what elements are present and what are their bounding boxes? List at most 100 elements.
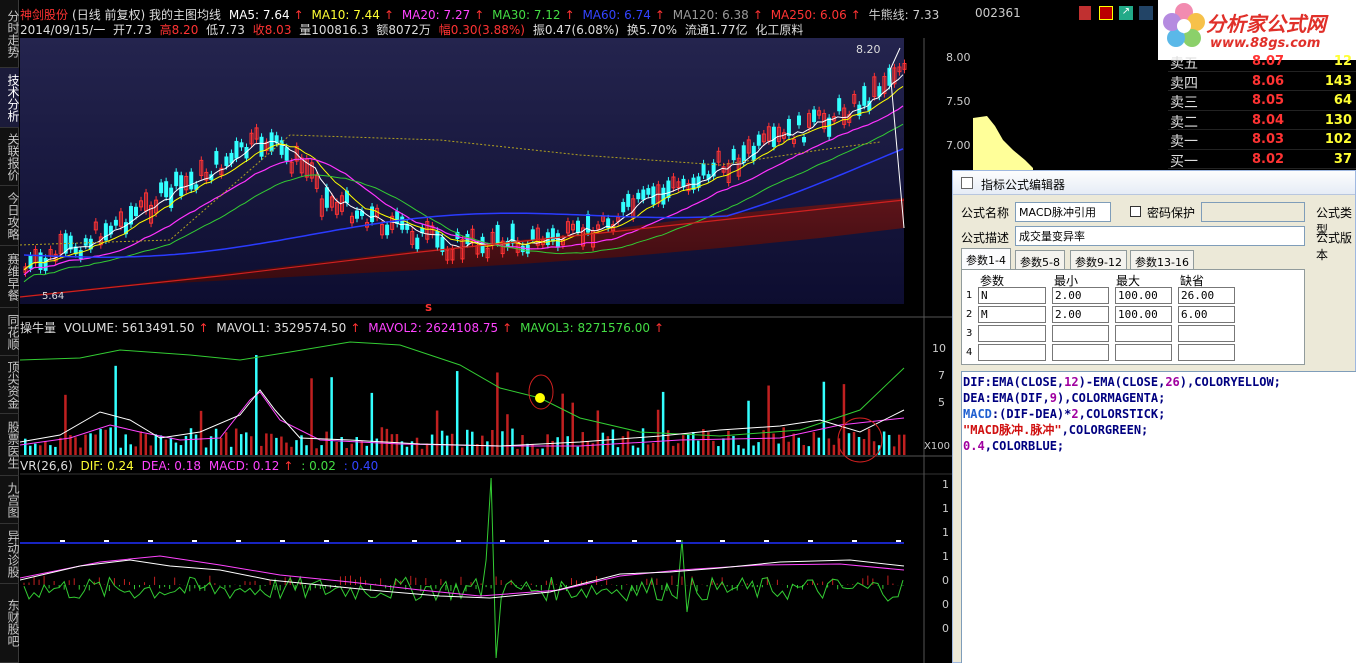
bar-volume: 量100816.3 [299,23,369,37]
password-input[interactable] [1201,202,1305,222]
volume-bar [34,443,37,455]
volume-bar [742,448,745,455]
stock-name[interactable]: 神剑股份 [20,8,68,22]
toolbar-icon-4[interactable] [1139,6,1153,20]
toolbar-icon-1[interactable] [1079,6,1091,20]
ma120-value: MA120: 6.38 [672,8,749,22]
param-default-cell[interactable]: 26.00 [1178,287,1235,304]
candle-body [103,223,108,241]
param-min-cell[interactable] [1052,344,1109,361]
tab-params-1-4[interactable]: 参数1-4 [961,248,1011,271]
nav-item-related[interactable]: 关联报价 [0,128,20,186]
param-name-cell[interactable] [978,344,1046,361]
volume-bar [471,431,474,455]
nav-item-breakfast[interactable]: 赛维早餐 [0,246,20,308]
code-line[interactable]: DEA:EMA(DIF,9),COLORMAGENTA; [963,390,1355,406]
param-default-cell[interactable] [1178,325,1235,342]
macd-indicator-name[interactable]: VR(26,6) [20,459,73,473]
volume-bar [847,433,851,455]
param-name-cell[interactable] [978,325,1046,342]
signal-dash [280,540,285,542]
volume-bar [887,434,891,455]
nav-item-forum[interactable]: 东财股吧 [0,584,20,663]
toolbar-icon-3[interactable]: ↗ [1119,6,1133,20]
signal-dash [148,540,153,542]
param-min-cell[interactable]: 2.00 [1052,306,1109,323]
volume-bar [455,371,459,455]
volume-bar [335,442,338,455]
volume-bar [214,428,218,455]
chart-area[interactable]: 神剑股份 (日线 前复权) 我的主图均线 MA5: 7.64 ↑ MA10: 7.4… [20,0,973,663]
order-row: 卖四 8.06 143 [1168,72,1356,92]
dialog-titlebar[interactable]: 指标公式编辑器 [953,171,1355,195]
volume-bar [425,443,429,455]
order-book: 卖五 8.07 12 卖四 8.06 143 卖三 8.05 64 卖二 8.04 130 卖一… [1168,52,1356,170]
blue-line-value: : 0.40 [343,459,379,473]
nav-item-doctor[interactable]: 股票医生 [0,414,20,476]
volume-bar [74,437,77,455]
volume-bar [184,435,188,455]
signal-dash [764,540,769,542]
candle-body [530,229,535,240]
dialog-title: 指标公式编辑器 [981,178,1066,192]
volume-bar [611,429,615,455]
volume-bar [420,448,424,455]
param-max-cell[interactable]: 100.00 [1115,287,1172,304]
candle-body [259,136,264,157]
param-min-cell[interactable] [1052,325,1109,342]
formula-desc-input[interactable] [1015,226,1305,246]
password-checkbox[interactable] [1130,206,1141,217]
tab-params-5-8[interactable]: 参数5-8 [1015,250,1065,270]
formula-name-input[interactable] [1015,202,1111,222]
param-default-cell[interactable]: 6.00 [1178,306,1235,323]
dif-line [20,559,905,599]
volume-bar [601,432,605,455]
y-tick-1: 8.00 [946,51,971,64]
toolbar-icon-2[interactable] [1099,6,1113,20]
nav-item-nine[interactable]: 九宫图 [0,476,20,524]
tab-params-9-12[interactable]: 参数9-12 [1070,250,1127,270]
order-row: 卖二 8.04 130 [1168,111,1356,131]
tab-params-13-16[interactable]: 参数13-16 [1130,250,1194,270]
volume-bar [636,447,640,455]
nav-item-anomaly[interactable]: 异动诊股 [0,524,20,584]
order-volume: 102 [1324,132,1352,147]
param-name-cell[interactable]: N [978,287,1046,304]
volume-bar [350,443,353,455]
code-line[interactable]: 0.4,COLORBLUE; [963,438,1355,454]
code-line[interactable]: MACD:(DIF-DEA)*2,COLORSTICK; [963,406,1355,422]
param-max-cell[interactable] [1115,344,1172,361]
order-volume: 143 [1324,73,1352,89]
order-volume: 64 [1333,93,1352,108]
order-label: 卖三 [1170,95,1198,111]
nav-item-funds[interactable]: 顶尖资金 [0,356,20,414]
param-min-cell[interactable]: 2.00 [1052,287,1109,304]
nav-item-today[interactable]: 今日攻略 [0,186,20,246]
volume-bar [857,436,861,455]
param-max-cell[interactable] [1115,325,1172,342]
param-name-cell[interactable]: M [978,306,1046,323]
code-line[interactable]: "MACD脉冲.脉冲",COLORGREEN; [963,422,1355,438]
code-line[interactable]: DIF:EMA(CLOSE,12)-EMA(CLOSE,26),COLORYEL… [963,374,1355,390]
volume-bar [310,378,313,455]
formula-code-editor[interactable]: DIF:EMA(CLOSE,12)-EMA(CLOSE,26),COLORYEL… [961,371,1356,663]
param-max-cell[interactable]: 100.00 [1115,306,1172,323]
param-default-cell[interactable] [1178,344,1235,361]
candle-body [701,163,706,176]
volume-indicator-name[interactable]: 操牛量 [20,321,56,335]
candle-body [113,219,118,226]
volume-bar [260,445,263,455]
candle-body [324,187,329,208]
volume-bar [239,434,243,455]
param-index: 1 [966,290,973,301]
macd-header: VR(26,6) DIF: 0.24 DEA: 0.18 MACD: 0.12 ↑… [20,459,379,473]
param-index: 4 [966,347,973,358]
nav-item-intraday[interactable]: 分时走势 [0,0,20,68]
y-tick-3: 7.00 [946,139,971,152]
nav-item-ths[interactable]: 同花顺 [0,308,20,356]
stock-code[interactable]: 002361 [975,6,1021,20]
volume-bar [832,444,836,455]
volume-bar [827,438,831,455]
mavol3-line [20,341,905,437]
nav-item-technical[interactable]: 技术分析 [0,68,20,128]
